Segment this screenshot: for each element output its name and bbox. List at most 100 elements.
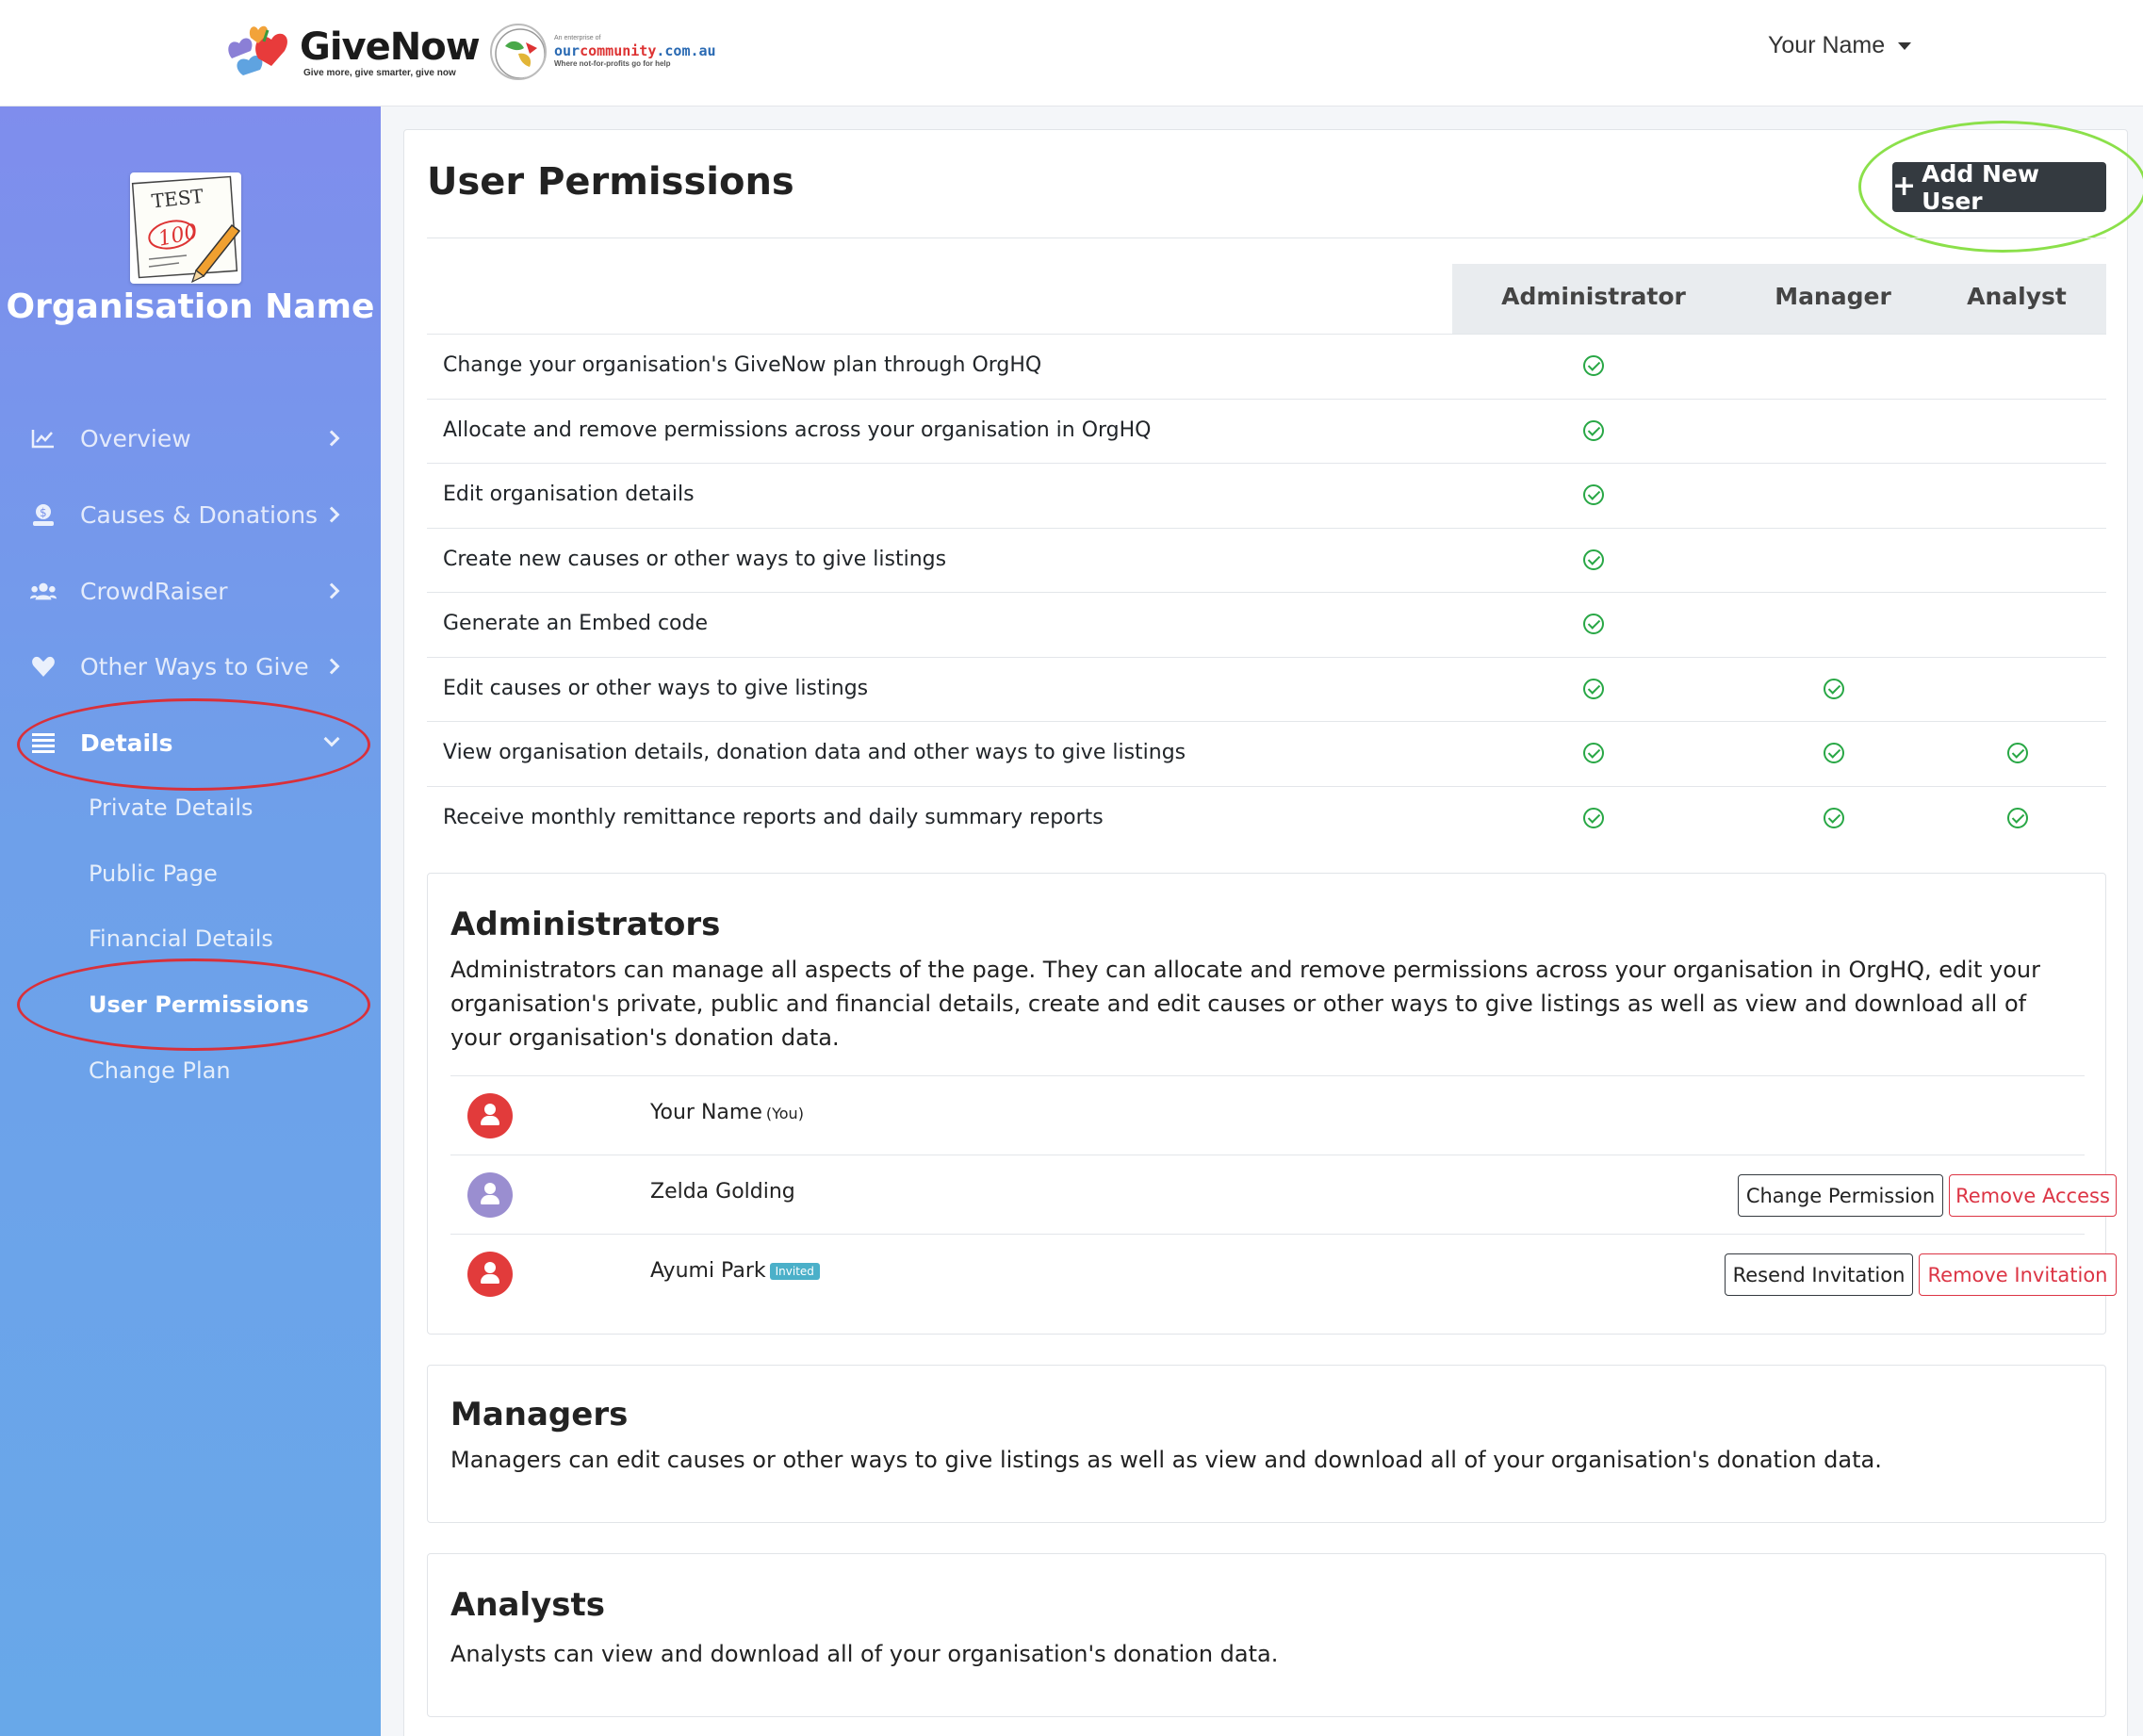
chevron-right-icon [323,430,340,447]
check-circle-icon [1583,743,1604,763]
list-icon [30,729,57,756]
user-avatar-icon [467,1172,513,1218]
organisation-name: Organisation Name [6,287,375,326]
top-header: GiveNow Give more, give smarter, give no… [0,0,2143,106]
chevron-down-icon [323,730,340,747]
nav-item-overview[interactable]: Overview [0,410,381,467]
permission-row: Allocate and remove permissions across y… [427,398,2106,463]
title-divider [427,237,2106,238]
administrators-title: Administrators [450,906,721,943]
permission-row: Create new causes or other ways to give … [427,527,2106,592]
user-menu-dropdown[interactable]: Your Name [1768,32,1912,59]
caret-down-icon [1898,41,1912,50]
administrators-description: Administrators can manage all aspects of… [450,957,2040,1051]
permission-label: Create new causes or other ways to give … [443,547,947,571]
check-circle-icon [1583,807,1604,828]
brand-name: GiveNow [300,25,481,69]
check-circle-icon [1583,355,1604,376]
remove-access-button[interactable]: Remove Access [1949,1174,2117,1217]
column-header-manager: Manager [1775,283,1891,310]
analysts-description: Analysts can view and download all of yo… [450,1641,1279,1667]
user-row: Your Name (You) [450,1075,2085,1155]
analysts-section: Analysts Analysts can view and download … [427,1553,2106,1717]
permission-label: Edit causes or other ways to give listin… [443,676,869,700]
managers-title: Managers [450,1396,629,1433]
money-hand-icon: $ [30,501,57,528]
plus-icon: + [1892,169,1917,203]
nav-label-other-ways-to-give: Other Ways to Give [80,652,309,680]
permission-label: Edit organisation details [443,483,695,506]
subnav-user-permissions[interactable]: User Permissions [89,991,309,1018]
brand-tagline: Give more, give smarter, give now [303,67,456,78]
check-circle-icon [1824,678,1844,699]
user-name: Your Name (You) [650,1101,804,1124]
givenow-hearts-icon [222,21,296,83]
chevron-right-icon [323,582,340,599]
subnav-change-plan[interactable]: Change Plan [89,1057,231,1084]
chevron-right-icon [323,658,340,675]
givenow-logo[interactable]: GiveNow Give more, give smarter, give no… [222,21,481,83]
managers-section: Managers Managers can edit causes or oth… [427,1365,2106,1523]
administrators-section: Administrators Administrators can manage… [427,873,2117,1335]
subnav-financial-details[interactable]: Financial Details [89,925,273,952]
user-avatar-icon [467,1093,513,1138]
permission-row: View organisation details, donation data… [427,721,2106,785]
user-name: Zelda Golding [650,1180,795,1204]
chart-line-icon [30,425,57,451]
add-new-user-button[interactable]: + Add New User [1892,159,2106,215]
page-title: User Permissions [427,160,794,204]
sidebar: TEST 100 Organisation Name Overview $ Ca… [0,106,381,1736]
users-icon [30,578,57,604]
check-circle-icon [1583,678,1604,699]
partner-slogan: Where not-for-profits go for help [554,59,671,69]
user-name: Ayumi Park Invited [650,1259,820,1283]
user-menu-label: Your Name [1768,32,1886,58]
permission-label: Generate an Embed code [443,612,709,635]
organisation-logo: TEST 100 [130,172,241,284]
check-circle-icon [1583,614,1604,634]
column-header-administrator: Administrator [1501,283,1686,310]
chevron-right-icon [323,506,340,523]
partner-domain: ourcommunity.com.au [554,42,716,60]
globe-icon [490,24,547,80]
subnav-public-page[interactable]: Public Page [89,860,218,887]
permission-row: Edit causes or other ways to give listin… [427,656,2106,721]
check-circle-icon [1824,807,1844,828]
check-circle-icon [2007,807,2028,828]
nav-label-overview: Overview [80,424,191,452]
nav-item-details[interactable]: Details [0,714,381,771]
user-avatar-icon [467,1252,513,1297]
check-circle-icon [1583,419,1604,441]
column-header-analyst: Analyst [1967,283,2067,310]
permission-label: Receive monthly remittance reports and d… [443,805,1104,829]
nav-label-details: Details [80,729,173,757]
subnav-private-details[interactable]: Private Details [89,794,254,821]
analysts-title: Analysts [450,1586,606,1624]
permission-row: Generate an Embed code [427,592,2106,656]
add-new-user-label: Add New User [1922,159,2039,215]
user-row: Ayumi Park Invited Resend Invitation Remo… [450,1234,2117,1313]
check-circle-icon [1583,484,1604,505]
nav-label-crowdraiser: CrowdRaiser [80,577,228,605]
permission-label: Allocate and remove permissions across y… [443,418,1152,442]
nav-label-causes-donations: Causes & Donations [80,500,319,529]
ourcommunity-logo[interactable]: An enterprise of ourcommunity.com.au Whe… [490,21,716,83]
nav-item-other-ways-to-give[interactable]: Other Ways to Give [0,638,381,695]
invited-badge: Invited [769,1263,820,1280]
you-indicator: (You) [765,1105,804,1122]
partner-small-text: An enterprise of [554,35,601,41]
check-circle-icon [1583,549,1604,570]
permission-row: Receive monthly remittance reports and d… [427,785,2106,850]
nav-item-crowdraiser[interactable]: CrowdRaiser [0,563,381,619]
permission-row: Change your organisation's GiveNow plan … [427,334,2106,398]
nav-item-causes-donations[interactable]: $ Causes & Donations [0,486,381,543]
svg-text:$: $ [40,506,47,519]
permission-label: Change your organisation's GiveNow plan … [443,353,1042,377]
permission-row: Edit organisation details [427,463,2106,527]
managers-description: Managers can edit causes or other ways t… [450,1447,1882,1473]
change-permission-button[interactable]: Change Permission [1738,1174,1943,1217]
check-circle-icon [2007,743,2028,763]
heart-icon [30,653,57,680]
remove-invitation-button[interactable]: Remove Invitation [1919,1253,2117,1296]
resend-invitation-button[interactable]: Resend Invitation [1725,1253,1913,1296]
